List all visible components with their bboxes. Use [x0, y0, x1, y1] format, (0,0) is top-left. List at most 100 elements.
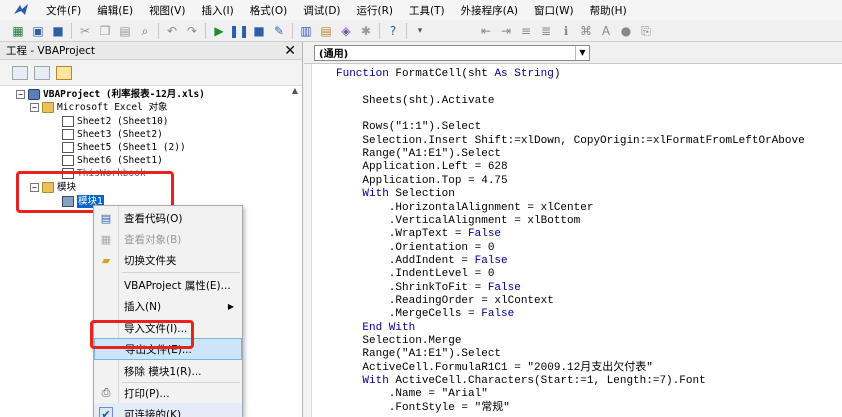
code-line[interactable]: End With: [336, 322, 415, 335]
menu-addins[interactable]: 外接程序(A): [453, 3, 526, 18]
menu-edit[interactable]: 编辑(E): [89, 3, 141, 18]
code-line[interactable]: .VerticalAlignment = xlBottom: [336, 215, 580, 228]
design-mode-icon[interactable]: ✎: [271, 23, 287, 39]
menu-insert[interactable]: 插入(I): [193, 3, 241, 18]
toggle-folders-icon[interactable]: [56, 65, 72, 80]
code-line[interactable]: .HorizontalAlignment = xlCenter: [336, 202, 594, 215]
menu-format[interactable]: 格式(O): [242, 3, 295, 18]
menu-item-dockable[interactable]: ✔ 可连接的(K): [94, 403, 242, 417]
tree-sheet-label: Sheet5 (Sheet1 (2)): [77, 142, 186, 153]
parameter-info-icon[interactable]: ⌘: [578, 23, 594, 39]
tree-sheet-item[interactable]: Sheet5 (Sheet1 (2)): [62, 141, 186, 154]
toggle-breakpoint-icon[interactable]: ●: [618, 23, 634, 39]
run-icon[interactable]: ▶: [211, 23, 227, 39]
close-icon[interactable]: ✕: [284, 43, 296, 59]
toolbar-overflow-icon[interactable]: ▾: [412, 23, 428, 39]
break-icon[interactable]: ❚❚: [229, 23, 249, 39]
find-icon[interactable]: ⌕: [137, 23, 153, 39]
menu-item-label: 插入(N): [124, 300, 162, 313]
menu-separator: [122, 272, 240, 273]
properties-icon[interactable]: ▤: [318, 23, 334, 39]
code-line[interactable]: .ReadingOrder = xlContext: [336, 295, 554, 308]
sheet-icon: [62, 142, 74, 153]
menu-item-project-properties[interactable]: VBAProject 属性(E)...: [94, 274, 242, 296]
paste-icon[interactable]: ▤: [117, 23, 133, 39]
tree-thisworkbook[interactable]: ThisWorkbook: [62, 167, 146, 180]
code-line[interactable]: Range("A1:E1").Select: [336, 348, 501, 361]
code-line[interactable]: .Orientation = 0: [336, 242, 495, 255]
tree-sheet-label: Sheet6 (Sheet1): [77, 155, 163, 166]
code-line[interactable]: .Name = "Arial": [336, 388, 488, 401]
code-line[interactable]: Range("A1:E1").Select: [336, 148, 501, 161]
list-constants-icon[interactable]: ≣: [538, 23, 554, 39]
chevron-down-icon[interactable]: ▼: [575, 45, 589, 60]
code-line[interactable]: Rows("1:1").Select: [336, 121, 481, 134]
project-panel-titlebar: 工程 - VBAProject ✕: [0, 42, 302, 60]
object-browser-icon[interactable]: ◈: [338, 23, 354, 39]
menu-item-import-file[interactable]: 导入文件(I)...: [94, 317, 242, 339]
indent-icon[interactable]: ⇥: [498, 23, 514, 39]
toolbox-icon[interactable]: ✱: [358, 23, 374, 39]
code-line[interactable]: With ActiveCell.Characters(Start:=1, Len…: [336, 375, 705, 388]
quick-info-icon[interactable]: ℹ: [558, 23, 574, 39]
comment-block-icon[interactable]: ⎘: [638, 23, 654, 39]
code-line[interactable]: .ShrinkToFit = False: [336, 282, 521, 295]
code-line[interactable]: Selection.Insert Shift:=xlDown, CopyOrig…: [336, 135, 804, 148]
menu-item-insert[interactable]: 插入(N) ▶: [94, 295, 242, 317]
menu-item-view-code[interactable]: ▤ 查看代码(O): [94, 207, 242, 229]
complete-word-icon[interactable]: A: [598, 23, 614, 39]
reset-icon[interactable]: ■: [251, 23, 267, 39]
menu-run[interactable]: 运行(R): [349, 3, 402, 18]
scroll-arrow-icon[interactable]: ▲: [290, 86, 300, 106]
undo-icon[interactable]: ↶: [164, 23, 180, 39]
code-line[interactable]: With Selection: [336, 188, 454, 201]
tree-sheet-item[interactable]: Sheet3 (Sheet2): [62, 128, 163, 141]
code-line[interactable]: Application.Top = 4.75: [336, 175, 507, 188]
redo-icon[interactable]: ↷: [184, 23, 200, 39]
menu-item-remove-module[interactable]: 移除 模块1(R)...: [94, 360, 242, 382]
copy-icon[interactable]: ❐: [97, 23, 113, 39]
menu-view[interactable]: 视图(V): [141, 3, 193, 18]
menu-tools[interactable]: 工具(T): [401, 3, 453, 18]
code-keyword: With: [362, 375, 389, 388]
help-icon[interactable]: ?: [385, 23, 401, 39]
code-line[interactable]: Selection.Merge: [336, 335, 461, 348]
list-properties-icon[interactable]: ≡: [518, 23, 534, 39]
menu-debug[interactable]: 调试(D): [295, 3, 348, 18]
project-explorer-icon[interactable]: ▥: [298, 23, 314, 39]
code-keyword: With: [362, 188, 389, 201]
code-line[interactable]: Function FormatCell(sht As String): [336, 68, 560, 81]
save-icon[interactable]: ■: [50, 23, 66, 39]
collapse-icon[interactable]: −: [30, 103, 39, 112]
menu-item-view-object[interactable]: ▦ 查看对象(B): [94, 228, 242, 250]
code-line[interactable]: Sheets(sht).Activate: [336, 95, 494, 108]
view-code-icon[interactable]: [12, 65, 28, 80]
tree-sheet-item[interactable]: Sheet6 (Sheet1): [62, 154, 163, 167]
code-line[interactable]: .FontStyle = "常规": [336, 402, 510, 415]
toggle-folders-icon: ▰: [101, 253, 111, 267]
object-dropdown[interactable]: (通用) ▼: [314, 44, 590, 61]
code-line[interactable]: .MergeCells = False: [336, 308, 514, 321]
menu-window[interactable]: 窗口(W): [526, 3, 582, 18]
code-line[interactable]: .WrapText = False: [336, 228, 501, 241]
menu-file[interactable]: 文件(F): [38, 3, 89, 18]
menu-item-toggle-folders[interactable]: ▰ 切换文件夹: [94, 249, 242, 271]
code-line[interactable]: ActiveCell.FormulaR1C1 = "2009.12月支出欠付表": [336, 362, 652, 375]
code-line[interactable]: Application.Left = 628: [336, 161, 507, 174]
code-line[interactable]: .AddIndent = False: [336, 255, 508, 268]
collapse-icon[interactable]: −: [30, 183, 39, 192]
tree-modules-folder[interactable]: − 模块: [30, 181, 76, 194]
view-object-icon[interactable]: [34, 65, 50, 80]
insert-module-icon[interactable]: ▣: [30, 23, 46, 39]
tree-excel-objects[interactable]: − Microsoft Excel 对象: [30, 101, 168, 114]
tree-root[interactable]: − VBAProject (利率报表-12月.xls): [16, 88, 205, 101]
excel-icon[interactable]: ▦: [10, 23, 26, 39]
cut-icon[interactable]: ✂: [77, 23, 93, 39]
code-line[interactable]: .IndentLevel = 0: [336, 268, 495, 281]
edit-toolbar-icon[interactable]: ⇤: [478, 23, 494, 39]
menu-help[interactable]: 帮助(H): [582, 3, 635, 18]
tree-sheet-item[interactable]: Sheet2 (Sheet10): [62, 115, 169, 128]
menu-item-print[interactable]: ⎙ 打印(P)...: [94, 382, 242, 404]
menu-item-export-file[interactable]: 导出文件(E)...: [94, 338, 242, 360]
collapse-icon[interactable]: −: [16, 90, 25, 99]
